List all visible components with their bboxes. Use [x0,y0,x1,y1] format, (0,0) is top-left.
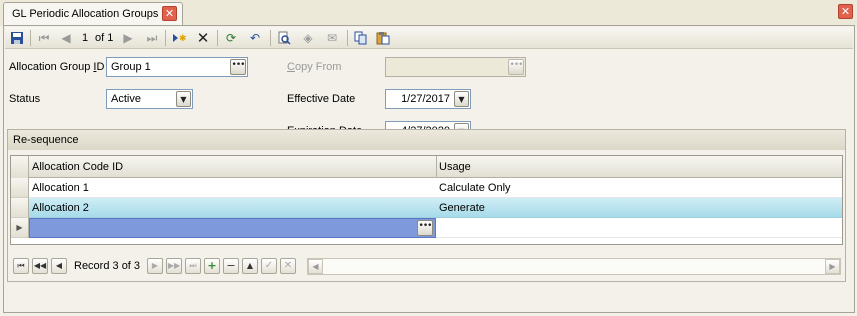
toolbar-separator [165,30,166,46]
paste-icon[interactable] [374,29,392,47]
status-label: Status [9,93,41,105]
refresh-icon[interactable]: ⟳ [222,29,240,47]
print-preview-icon[interactable] [275,29,293,47]
grid-corner [11,156,29,178]
status-dropdown[interactable]: Active ▼ [106,89,193,109]
chevron-down-icon[interactable]: ▼ [176,91,191,107]
chevron-down-icon[interactable]: ▼ [454,91,469,107]
table-row-new[interactable]: ••• [29,218,842,238]
record-counter: Record 3 of 3 [74,260,141,272]
cell-allocation-code[interactable]: Allocation 1 [32,182,89,194]
copy-icon[interactable] [352,29,370,47]
next-page-icon[interactable]: ▶▶ [166,258,182,274]
remove-row-icon[interactable]: − [223,258,239,274]
previous-record-icon[interactable]: ◀ [57,29,75,47]
cell-usage[interactable]: Calculate Only [439,182,511,194]
email-icon[interactable]: ✉ [323,29,341,47]
horizontal-scrollbar[interactable]: ◀ ▶ [307,258,841,275]
tab-title: GL Periodic Allocation Groups [12,8,159,20]
toolbar-separator [217,30,218,46]
scroll-left-icon[interactable]: ◀ [308,259,323,274]
allocation-group-id-field[interactable]: Group 1 ••• [106,57,248,77]
copy-from-label: Copy From [287,61,342,73]
effective-date-field[interactable]: 1/27/2017 ▼ [385,89,471,109]
first-record-icon[interactable]: ⏮ [35,29,53,47]
table-row[interactable]: Allocation 1 Calculate Only [29,178,842,198]
svg-text:✱: ✱ [179,34,187,44]
new-record-icon[interactable]: ✱ [170,29,188,47]
column-separator[interactable] [436,156,437,178]
record-navigator: ⏮ ◀◀ ◀ Record 3 of 3 ▶ ▶▶ ⏭ + − ▲ ✓ ✕ ◀ … [10,257,843,277]
cancel-x-icon[interactable]: ✕ [280,258,296,274]
toolbar-separator [270,30,271,46]
scroll-right-icon[interactable]: ▶ [825,259,840,274]
confirm-check-icon[interactable]: ✓ [261,258,277,274]
row-selector[interactable] [11,178,29,198]
move-up-icon[interactable]: ▲ [242,258,258,274]
save-icon[interactable] [8,29,26,47]
previous-record-icon[interactable]: ◀ [51,258,67,274]
copy-from-lookup-button[interactable]: ••• [508,59,524,75]
column-header-usage[interactable]: Usage [439,161,471,173]
grid-header: Allocation Code ID Usage [11,156,842,178]
previous-page-icon[interactable]: ◀◀ [32,258,48,274]
tab-close-icon[interactable]: ✕ [162,6,177,21]
last-record-icon[interactable]: ⏭ [185,258,201,274]
allocation-grid: Allocation Code ID Usage Allocation 1 Ca… [10,155,843,245]
row-selector[interactable] [11,198,29,218]
first-record-icon[interactable]: ⏮ [13,258,29,274]
tab-gl-periodic-allocation-groups[interactable]: GL Periodic Allocation Groups ✕ [3,2,183,26]
allocation-code-lookup-button[interactable]: ••• [417,220,433,236]
last-record-icon[interactable]: ⏭ [143,29,161,47]
copy-from-field[interactable]: ••• [385,57,526,77]
toolbar-separator [347,30,348,46]
window-close-icon[interactable]: ✕ [838,4,853,19]
allocation-group-id-label: Allocation Group ID [9,61,105,73]
effective-date-label: Effective Date [287,93,356,105]
table-row[interactable]: Allocation 2 Generate [29,198,842,218]
next-record-icon[interactable]: ▶ [147,258,163,274]
add-row-icon[interactable]: + [204,258,220,274]
cell-allocation-code[interactable]: Allocation 2 [32,202,89,214]
toolbar: ⏮ ◀ 1 of 1 ▶ ⏭ ✱ ✕ ⟳ ↶ ◈ ✉ [5,27,853,49]
print-icon[interactable]: ◈ [299,29,317,47]
tab-strip: GL Periodic Allocation Groups ✕ ✕ [0,0,857,26]
next-record-icon[interactable]: ▶ [119,29,137,47]
delete-icon[interactable]: ✕ [194,29,212,47]
cell-allocation-code-editing[interactable]: ••• [29,218,436,238]
re-sequence-header[interactable]: Re-sequence [7,129,846,151]
cell-usage[interactable]: Generate [439,202,485,214]
row-selector-current[interactable]: ▶ [11,218,29,238]
undo-icon[interactable]: ↶ [246,29,264,47]
re-sequence-title: Re-sequence [13,134,79,146]
toolbar-separator [30,30,31,46]
page-current: 1 [82,32,89,44]
page-of: of 1 [95,32,114,44]
lookup-ellipsis-button[interactable]: ••• [230,59,246,75]
column-header-allocation-code-id[interactable]: Allocation Code ID [32,161,123,173]
